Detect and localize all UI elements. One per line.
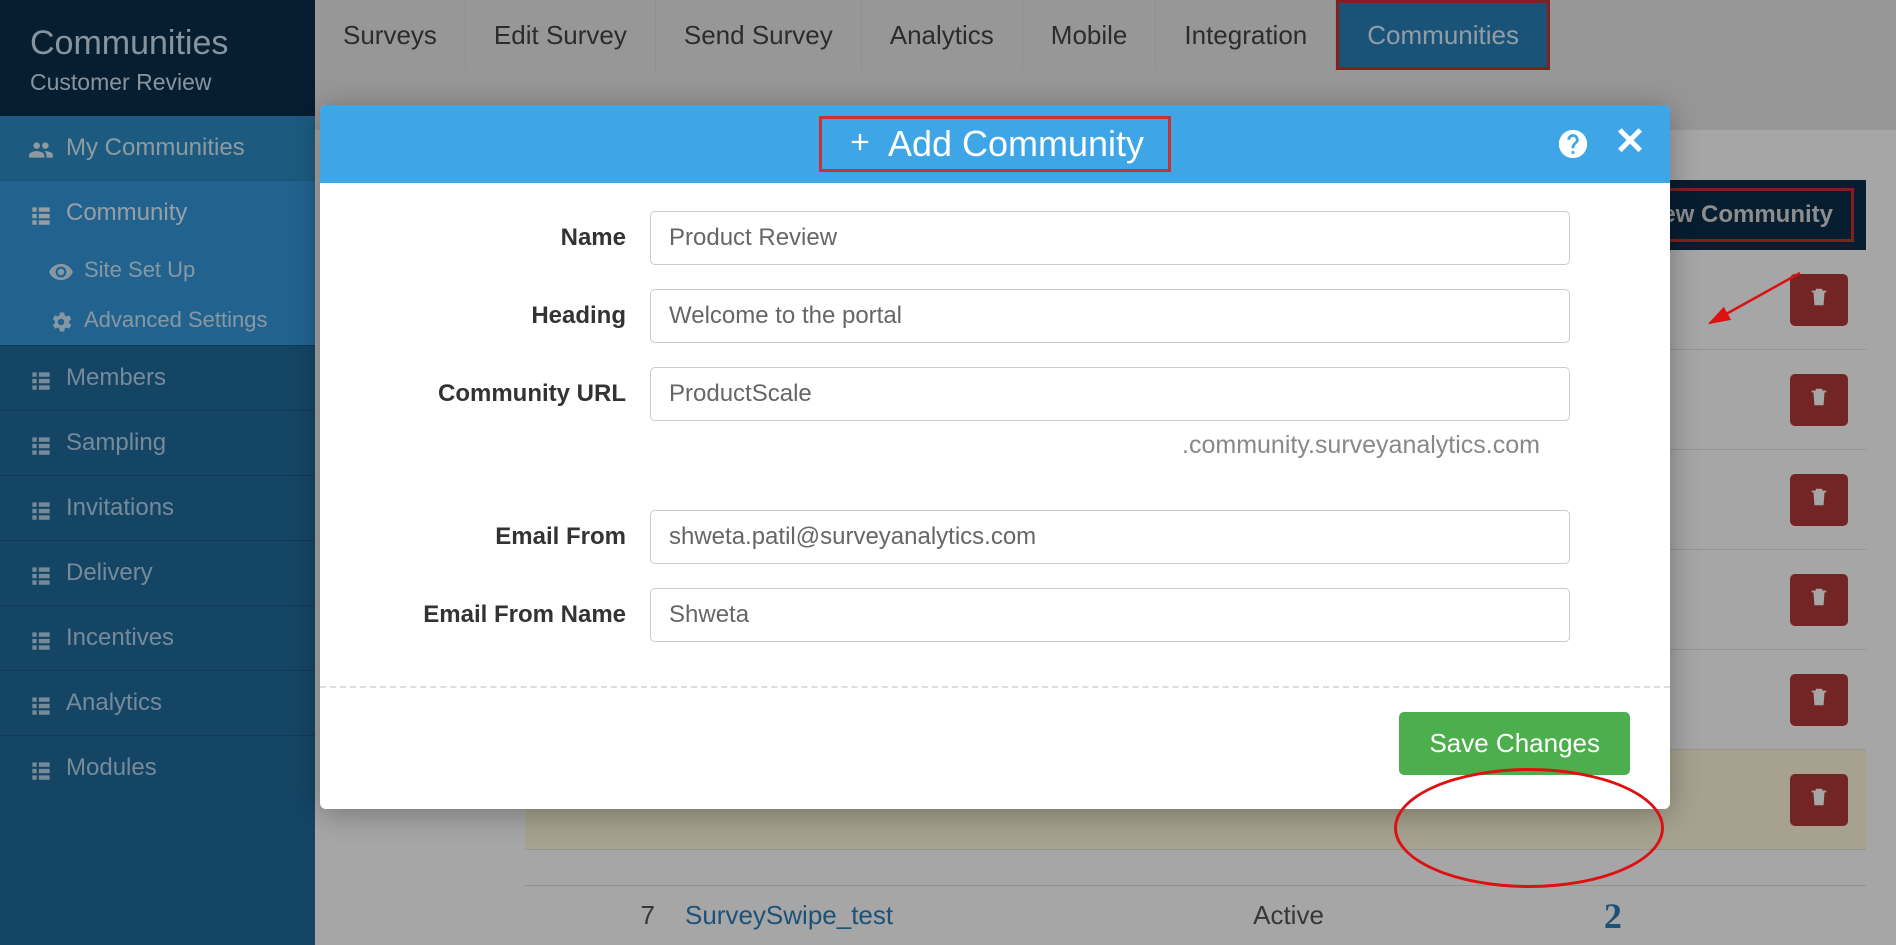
modal-body: Name Heading Community URL .community.su…	[320, 183, 1670, 686]
save-changes-button[interactable]: Save Changes	[1399, 712, 1630, 775]
email-from-input[interactable]	[650, 510, 1570, 564]
url-input[interactable]	[650, 367, 1570, 421]
name-label: Name	[360, 224, 650, 252]
heading-label: Heading	[360, 302, 650, 330]
close-icon[interactable]: ✕	[1614, 119, 1646, 164]
modal-header: Add Community ✕	[320, 105, 1670, 183]
url-label: Community URL	[360, 380, 650, 408]
modal-footer: Save Changes	[320, 686, 1670, 809]
modal-title: Add Community	[819, 116, 1171, 172]
name-input[interactable]	[650, 211, 1570, 265]
url-suffix: .community.surveyanalytics.com	[1182, 431, 1540, 460]
help-icon[interactable]	[1556, 127, 1590, 161]
email-name-label: Email From Name	[360, 601, 650, 629]
email-name-input[interactable]	[650, 588, 1570, 642]
email-from-label: Email From	[360, 523, 650, 551]
plus-icon	[846, 123, 874, 165]
heading-input[interactable]	[650, 289, 1570, 343]
add-community-modal: Add Community ✕ Name Heading Community U…	[320, 105, 1670, 809]
